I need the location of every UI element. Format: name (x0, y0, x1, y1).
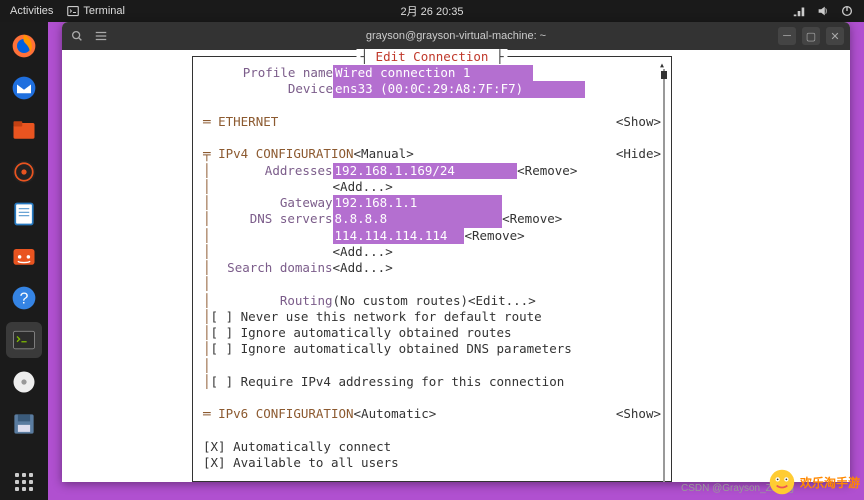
device-field[interactable]: ens33 (00:0C:29:A8:7F:F7) (333, 81, 585, 97)
activities-button[interactable]: Activities (10, 5, 53, 17)
dock-apps-grid[interactable] (6, 464, 42, 500)
gnome-topbar: Activities Terminal 2月 26 20:35 (0, 0, 864, 22)
dns2-field[interactable]: 114.114.114.114 (333, 228, 465, 244)
routing-label: Routing (211, 293, 333, 309)
search-domains-label: Search domains (211, 260, 333, 276)
routing-value: (No custom routes) (333, 293, 468, 309)
dialog-title: ┤ Edit Connection ├ (356, 49, 507, 65)
desktop: grayson@grayson-virtual-machine: ~ ─ ▢ ✕… (48, 22, 864, 500)
dock-terminal[interactable] (6, 322, 42, 358)
address-field[interactable]: 192.168.1.169/24 (333, 163, 518, 179)
power-icon[interactable] (840, 4, 854, 18)
addresses-label: Addresses (211, 163, 333, 179)
opt-ignore-routes[interactable]: [ ] Ignore automatically obtained routes (211, 325, 512, 341)
terminal-content[interactable]: ┤ Edit Connection ├ Profile name Wired c… (62, 50, 850, 482)
opt-avail-all[interactable]: [X] Available to all users (203, 455, 399, 471)
address-add[interactable]: <Add...> (333, 179, 393, 195)
ipv6-mode[interactable]: <Automatic> (354, 406, 437, 422)
dialog-scrollbar[interactable]: ▴ ▾ (661, 69, 667, 482)
dock-firefox[interactable] (6, 28, 42, 64)
search-domains-add[interactable]: <Add...> (333, 260, 393, 276)
address-remove[interactable]: <Remove> (517, 163, 577, 179)
terminal-window: grayson@grayson-virtual-machine: ~ ─ ▢ ✕… (62, 22, 850, 482)
opt-ignore-dns[interactable]: [ ] Ignore automatically obtained DNS pa… (211, 341, 572, 357)
dock-disk[interactable] (6, 364, 42, 400)
ipv6-show[interactable]: <Show> (616, 406, 661, 422)
dock-save[interactable] (6, 406, 42, 442)
dock-help[interactable]: ? (6, 280, 42, 316)
nmtui-dialog: ┤ Edit Connection ├ Profile name Wired c… (192, 56, 672, 482)
device-label: Device (203, 81, 333, 97)
dock: ? (0, 22, 48, 500)
app-menu[interactable]: Terminal (67, 5, 125, 17)
volume-icon[interactable] (816, 4, 830, 18)
profile-name-label: Profile name (203, 65, 333, 81)
hamburger-icon[interactable] (94, 29, 108, 43)
dns1-remove[interactable]: <Remove> (502, 211, 562, 227)
dock-software[interactable] (6, 238, 42, 274)
svg-text:?: ? (20, 290, 29, 307)
dns-label: DNS servers (211, 211, 333, 227)
ipv6-section: ═ IPv6 CONFIGURATION (203, 406, 354, 422)
ipv4-section: ╤ IPv4 CONFIGURATION (203, 146, 354, 162)
terminal-icon (67, 5, 79, 17)
brand-watermark: 欢乐淘手游 (768, 468, 860, 496)
routing-edit[interactable]: <Edit...> (468, 293, 536, 309)
dock-thunderbird[interactable] (6, 70, 42, 106)
clock[interactable]: 2月 26 20:35 (401, 3, 464, 19)
profile-name-field[interactable]: Wired connection 1 (333, 65, 533, 81)
ethernet-show[interactable]: <Show> (616, 114, 661, 130)
close-button[interactable]: ✕ (826, 27, 844, 45)
maximize-button[interactable]: ▢ (802, 27, 820, 45)
ethernet-section: ═ ETHERNET (203, 114, 278, 130)
minimize-button[interactable]: ─ (778, 27, 796, 45)
dns1-field[interactable]: 8.8.8.8 (333, 211, 503, 227)
dock-files[interactable] (6, 112, 42, 148)
opt-default-route[interactable]: [ ] Never use this network for default r… (211, 309, 542, 325)
window-title: grayson@grayson-virtual-machine: ~ (366, 30, 546, 42)
search-icon[interactable] (70, 29, 84, 43)
window-titlebar: grayson@grayson-virtual-machine: ~ ─ ▢ ✕ (62, 22, 850, 50)
gateway-label: Gateway (211, 195, 333, 211)
gateway-field[interactable]: 192.168.1.1 (333, 195, 503, 211)
network-icon[interactable] (792, 4, 806, 18)
ipv4-hide[interactable]: <Hide> (616, 146, 661, 162)
dns2-remove[interactable]: <Remove> (464, 228, 524, 244)
dns-add[interactable]: <Add...> (333, 244, 393, 260)
dock-rhythmbox[interactable] (6, 154, 42, 190)
ipv4-mode[interactable]: <Manual> (354, 146, 414, 162)
dock-libreoffice[interactable] (6, 196, 42, 232)
opt-auto-connect[interactable]: [X] Automatically connect (203, 439, 391, 455)
brand-logo-icon (768, 468, 796, 496)
opt-require-ipv4[interactable]: [ ] Require IPv4 addressing for this con… (211, 374, 565, 390)
